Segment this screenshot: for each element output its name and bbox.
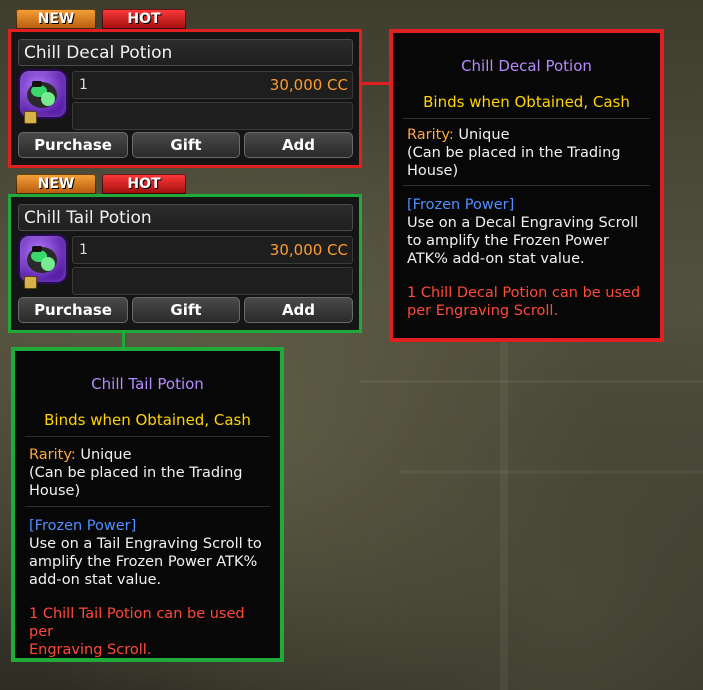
rarity-label: Rarity:: [407, 127, 454, 143]
purchase-button[interactable]: Purchase: [18, 297, 128, 323]
gift-button[interactable]: Gift: [132, 297, 240, 323]
limit-line: per Engraving Scroll.: [407, 303, 559, 319]
hot-tab[interactable]: HOT: [102, 174, 186, 194]
power-title: [Frozen Power]: [407, 197, 515, 213]
limit-line: 1 Chill Decal Potion can be used: [407, 285, 641, 301]
item-card-chill-decal-potion: Chill Decal Potion 1 30,000 CC Purchase …: [8, 29, 362, 168]
power-title: [Frozen Power]: [29, 518, 137, 534]
lock-icon: [24, 276, 37, 289]
tooltip-rarity-block: Rarity: Unique (Can be placed in the Tra…: [29, 446, 270, 500]
power-line: to amplify the Frozen Power: [407, 233, 609, 249]
price-value: 30,000 CC: [269, 241, 348, 259]
tooltip-divider: [25, 506, 270, 507]
trade-line: House): [407, 163, 459, 179]
quantity-value: 1: [79, 77, 88, 93]
background-streak: [500, 340, 508, 690]
tooltip-binds: Binds when Obtained, Cash: [44, 411, 251, 429]
empty-row: [72, 267, 353, 295]
price-value: 30,000 CC: [269, 76, 348, 94]
item-name: Chill Tail Potion: [18, 204, 353, 231]
add-button[interactable]: Add: [244, 297, 353, 323]
background-streak: [360, 380, 703, 383]
power-line: ATK% add-on stat value.: [407, 251, 585, 267]
item-tooltip-chill-decal-potion: Chill Decal Potion Binds when Obtained, …: [389, 29, 664, 342]
tooltip-rarity-block: Rarity: Unique (Can be placed in the Tra…: [407, 126, 650, 180]
tooltip-divider: [403, 118, 650, 119]
tooltip-divider: [403, 185, 650, 186]
trade-line: (Can be placed in the Trading: [29, 465, 243, 481]
limit-line: 1 Chill Tail Potion can be used per: [29, 606, 245, 640]
rarity-label: Rarity:: [29, 447, 76, 463]
quantity-value: 1: [79, 242, 88, 258]
tooltip-divider: [25, 436, 270, 437]
quantity-price-row: 1 30,000 CC: [72, 236, 353, 264]
power-line: Use on a Tail Engraving Scroll to: [29, 536, 262, 552]
tooltip-limit-block: 1 Chill Decal Potion can be used per Eng…: [407, 284, 650, 320]
tooltip-title: Chill Decal Potion: [461, 57, 592, 75]
tooltip-title: Chill Tail Potion: [91, 375, 204, 393]
tooltip-binds: Binds when Obtained, Cash: [423, 93, 630, 111]
gift-button[interactable]: Gift: [132, 132, 240, 158]
trade-line: House): [29, 483, 81, 499]
lock-icon: [24, 111, 37, 124]
background-streak: [400, 470, 703, 474]
purchase-button[interactable]: Purchase: [18, 132, 128, 158]
add-button[interactable]: Add: [244, 132, 353, 158]
trade-line: (Can be placed in the Trading: [407, 145, 621, 161]
limit-line: Engraving Scroll.: [29, 642, 152, 658]
tooltip-power-block: [Frozen Power] Use on a Tail Engraving S…: [29, 517, 270, 589]
power-line: amplify the Frozen Power ATK%: [29, 554, 258, 570]
quantity-price-row: 1 30,000 CC: [72, 71, 353, 99]
item-name: Chill Decal Potion: [18, 39, 353, 66]
hot-tab[interactable]: HOT: [102, 9, 186, 29]
new-tab[interactable]: NEW: [16, 9, 96, 29]
tooltip-limit-block: 1 Chill Tail Potion can be used per Engr…: [29, 605, 270, 659]
item-card-chill-tail-potion: Chill Tail Potion 1 30,000 CC Purchase G…: [8, 194, 362, 333]
rarity-value: Unique: [458, 127, 510, 143]
callout-connector: [362, 82, 390, 85]
power-line: add-on stat value.: [29, 572, 162, 588]
empty-row: [72, 102, 353, 130]
item-tooltip-chill-tail-potion: Chill Tail Potion Binds when Obtained, C…: [11, 347, 284, 662]
tooltip-power-block: [Frozen Power] Use on a Decal Engraving …: [407, 196, 650, 268]
rarity-value: Unique: [80, 447, 132, 463]
new-tab[interactable]: NEW: [16, 174, 96, 194]
power-line: Use on a Decal Engraving Scroll: [407, 215, 639, 231]
